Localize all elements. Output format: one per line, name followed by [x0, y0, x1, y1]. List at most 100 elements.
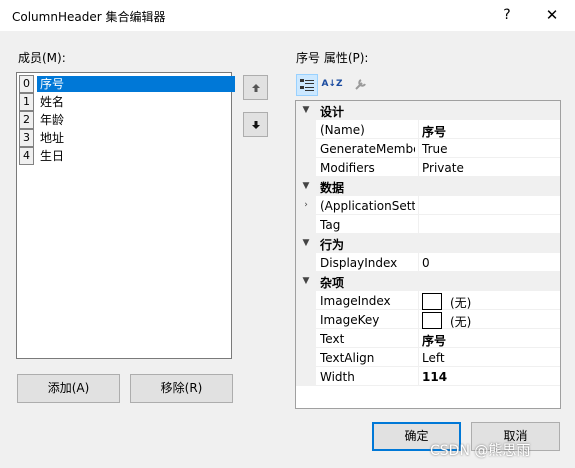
property-pages-button[interactable]: [350, 74, 372, 96]
alphabetical-button[interactable]: A↓Z: [321, 74, 343, 96]
window-title: ColumnHeader 集合编辑器: [12, 10, 166, 24]
collapse-icon[interactable]: ▼: [300, 236, 312, 251]
category-behavior[interactable]: ▼ 行为: [296, 234, 560, 253]
property-value[interactable]: 序号: [422, 332, 446, 349]
member-item-1[interactable]: 1 姓名: [19, 93, 233, 111]
property-row-width[interactable]: Width 114: [296, 367, 560, 386]
property-value[interactable]: 0: [422, 256, 430, 270]
categorized-button[interactable]: [296, 74, 318, 96]
property-name: Tag: [320, 218, 341, 232]
watermark: CSDN @熊思雨: [430, 443, 531, 459]
member-name: 地址: [40, 131, 65, 145]
member-index: 2: [19, 111, 34, 129]
property-name: TextAlign: [320, 351, 375, 365]
property-row-text[interactable]: Text 序号: [296, 329, 560, 348]
property-row-imagekey[interactable]: ImageKey (无): [296, 310, 560, 329]
category-data[interactable]: ▼ 数据: [296, 177, 560, 196]
property-row-displayindex[interactable]: DisplayIndex 0: [296, 253, 560, 272]
column-divider: [418, 196, 419, 215]
property-row-generatemember[interactable]: GenerateMember True: [296, 139, 560, 158]
row-gutter: [296, 310, 316, 329]
property-row-textalign[interactable]: TextAlign Left: [296, 348, 560, 367]
property-value: (无): [450, 315, 472, 329]
move-up-button[interactable]: [243, 75, 268, 100]
row-gutter: [296, 291, 316, 310]
property-name: ImageIndex: [320, 294, 391, 308]
property-row-imageindex[interactable]: ImageIndex (无): [296, 291, 560, 310]
close-button[interactable]: ✕: [540, 5, 564, 25]
category-name: 杂项: [320, 276, 345, 290]
property-row-name[interactable]: (Name) 序号: [296, 120, 560, 139]
title-bar: ColumnHeader 集合编辑器 ? ✕: [0, 0, 575, 31]
add-button[interactable]: 添加(A): [17, 374, 120, 403]
members-list[interactable]: 0 序号 1 姓名 2 年龄 3 地址 4 生日: [16, 72, 235, 359]
remove-button[interactable]: 移除(R): [130, 374, 233, 403]
property-name: Text: [320, 332, 345, 346]
categorized-icon: [300, 79, 314, 91]
arrow-up-icon: [251, 84, 260, 92]
members-label: 成员(M):: [18, 51, 66, 65]
column-divider: [418, 367, 419, 386]
property-name: ImageKey: [320, 313, 380, 327]
member-name: 生日: [40, 149, 65, 163]
column-divider: [418, 329, 419, 348]
property-row-tag[interactable]: Tag: [296, 215, 560, 234]
member-index: 0: [19, 75, 34, 93]
row-gutter: [296, 215, 316, 234]
property-row-modifiers[interactable]: Modifiers Private: [296, 158, 560, 177]
property-name: DisplayIndex: [320, 256, 398, 270]
column-divider: [418, 253, 419, 272]
property-value[interactable]: True: [422, 142, 448, 156]
category-name: 数据: [320, 181, 345, 195]
column-divider: [418, 158, 419, 177]
collapse-icon[interactable]: ▼: [300, 179, 312, 194]
column-divider: [418, 348, 419, 367]
category-misc[interactable]: ▼ 杂项: [296, 272, 560, 291]
category-name: 行为: [320, 238, 345, 252]
move-down-button[interactable]: [243, 112, 268, 137]
property-value[interactable]: 序号: [422, 123, 446, 140]
property-value[interactable]: Private: [422, 161, 464, 175]
collapse-icon[interactable]: ▼: [300, 103, 312, 118]
row-gutter: [296, 329, 316, 348]
property-name: (ApplicationSettings): [320, 199, 415, 213]
property-toolbar: A↓Z: [296, 74, 376, 96]
row-gutter: [296, 120, 316, 139]
column-divider: [418, 310, 419, 329]
property-name: (Name): [320, 123, 365, 137]
property-row-applicationsettings[interactable]: › (ApplicationSettings): [296, 196, 560, 215]
property-grid[interactable]: ▼ 设计 (Name) 序号 GenerateMember True Modif…: [295, 100, 561, 409]
property-value[interactable]: 114: [422, 370, 447, 384]
property-value: (无): [450, 296, 472, 310]
image-swatch: [422, 293, 442, 310]
row-gutter: ›: [296, 196, 316, 215]
row-gutter: [296, 253, 316, 272]
member-item-3[interactable]: 3 地址: [19, 129, 233, 147]
row-gutter: [296, 139, 316, 158]
row-gutter: [296, 348, 316, 367]
member-index: 4: [19, 147, 34, 165]
arrow-down-icon: [251, 121, 260, 129]
column-divider: [418, 139, 419, 158]
image-swatch: [422, 312, 442, 329]
member-index: 1: [19, 93, 34, 111]
member-item-4[interactable]: 4 生日: [19, 147, 233, 165]
category-design[interactable]: ▼ 设计: [296, 101, 560, 120]
row-gutter: [296, 367, 316, 386]
row-gutter: [296, 158, 316, 177]
property-name: Modifiers: [320, 161, 375, 175]
wrench-icon: [355, 78, 366, 90]
expand-icon[interactable]: ›: [300, 198, 312, 213]
property-name: Width: [320, 370, 355, 384]
properties-label: 序号 属性(P):: [296, 51, 369, 65]
member-name: 序号: [37, 76, 235, 92]
collapse-icon[interactable]: ▼: [300, 274, 312, 289]
member-item-2[interactable]: 2 年龄: [19, 111, 233, 129]
category-name: 设计: [320, 105, 345, 119]
property-name: GenerateMember: [320, 142, 415, 156]
column-divider: [418, 215, 419, 234]
property-value[interactable]: Left: [422, 351, 445, 365]
column-divider: [418, 120, 419, 139]
help-button[interactable]: ?: [495, 5, 519, 25]
member-item-0[interactable]: 0 序号: [19, 75, 235, 93]
